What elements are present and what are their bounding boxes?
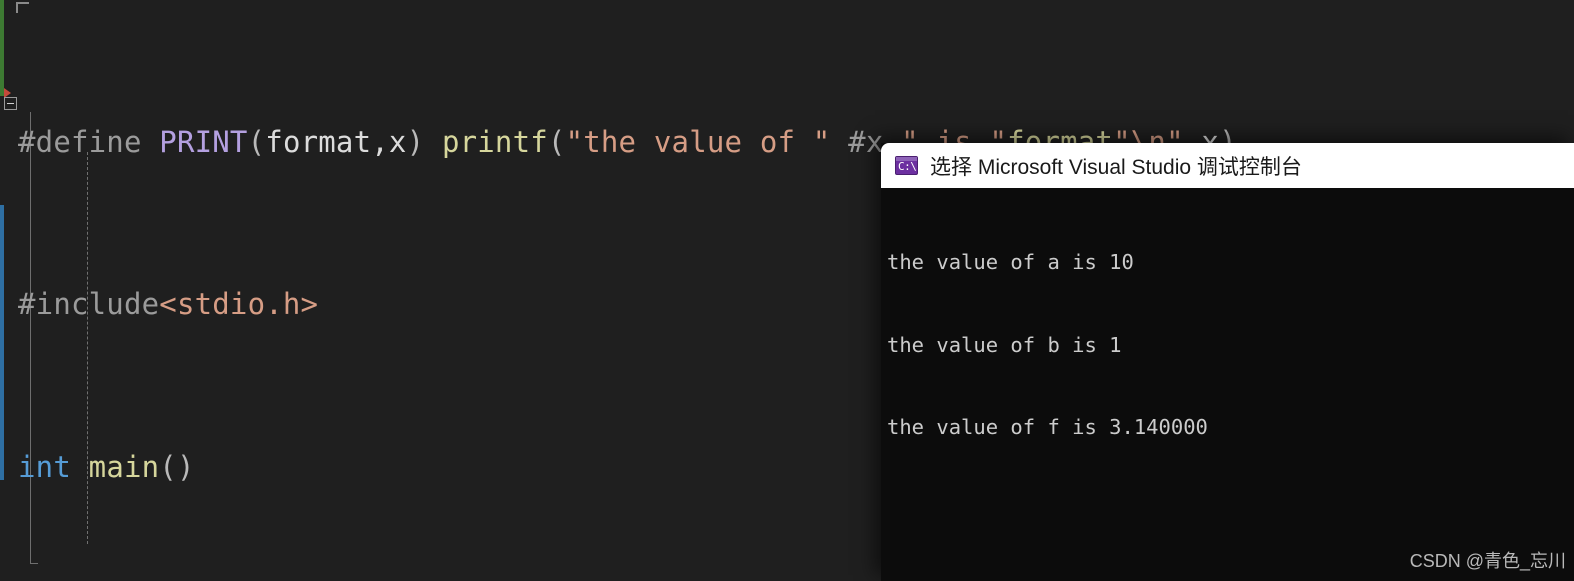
console-icon-label: C:\ [898,160,917,173]
token-keyword-int: int [18,449,71,484]
console-output-line: the value of a is 10 [887,250,1134,274]
token-printf: printf [441,124,548,159]
csdn-watermark: CSDN @青色_忘川 [1409,551,1566,571]
console-output-line: the value of b is 1 [887,332,1122,357]
console-output-blank-line [887,497,1574,525]
token-directive-include: #include [18,287,160,322]
console-window[interactable]: C:\ 选择 Microsoft Visual Studio 调试控制台 the… [881,143,1574,581]
console-output-line: the value of f is 3.140000 [887,415,1208,439]
token-header-stdio: <stdio.h> [159,287,319,322]
token-directive-define: #define [18,124,142,159]
screenshot-root: #define PRINT(format,x) printf("the valu… [0,0,1574,581]
console-output: the value of a is 10 the value of b is 1… [881,188,1574,581]
console-window-title: 选择 Microsoft Visual Studio 调试控制台 [930,155,1302,179]
token-function-main: main [88,449,160,484]
console-titlebar[interactable]: C:\ 选择 Microsoft Visual Studio 调试控制台 [881,143,1574,188]
token-macro-name: PRINT [159,124,248,159]
console-app-icon: C:\ [895,156,918,175]
